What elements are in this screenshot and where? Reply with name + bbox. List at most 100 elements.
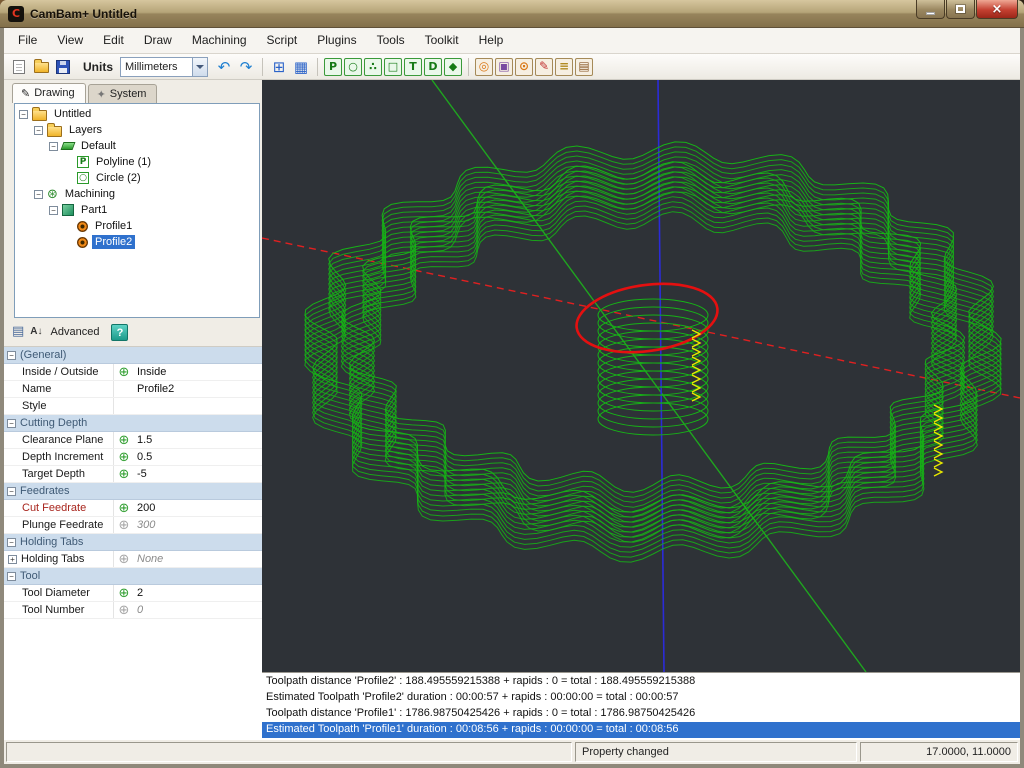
prop-value[interactable]: 0 <box>134 602 262 618</box>
tree-item-machining[interactable]: − ⊛ Machining <box>15 186 259 202</box>
menu-file[interactable]: File <box>8 28 47 53</box>
tree-item-label: Polyline (1) <box>96 156 152 168</box>
engrave-mop-button[interactable]: ✎ <box>535 57 553 76</box>
minimize-button[interactable] <box>916 0 945 19</box>
menu-plugins[interactable]: Plugins <box>307 28 366 53</box>
folder-icon <box>47 122 62 137</box>
new-file-button[interactable] <box>9 57 29 77</box>
draw-arc-button[interactable]: D <box>424 57 442 76</box>
draw-surface-button[interactable]: ◆ <box>444 57 462 76</box>
prop-category-feedrates[interactable]: − Feedrates <box>4 483 262 500</box>
tab-system[interactable]: ✦ System <box>87 84 158 103</box>
prop-source-icon: ⊕ <box>114 551 134 567</box>
grid-button[interactable]: ▦ <box>291 57 311 77</box>
prop-value[interactable]: 300 <box>134 517 262 533</box>
prop-row-style[interactable]: Style <box>4 398 262 415</box>
prop-row-holding-tabs[interactable]: + Holding Tabs ⊕ None <box>4 551 262 568</box>
prop-row-depth-increment[interactable]: Depth Increment ⊕ 0.5 <box>4 449 262 466</box>
prop-expander[interactable]: + <box>8 554 17 564</box>
draw-rect-button[interactable]: □ <box>384 57 402 76</box>
tree-expander[interactable]: − <box>34 189 43 199</box>
category-label: Cutting Depth <box>20 417 88 429</box>
snap-grid-button[interactable]: ⊞ <box>269 57 289 77</box>
pocket-mop-button[interactable]: ▣ <box>495 57 513 76</box>
prop-row-cut-feedrate[interactable]: Cut Feedrate ⊕ 200 <box>4 500 262 517</box>
lathe-mop-button[interactable]: ≡ <box>555 57 573 76</box>
sort-alphabetical-icon[interactable]: A↓ <box>30 326 42 338</box>
prop-row-tool-number[interactable]: Tool Number ⊕ 0 <box>4 602 262 619</box>
category-expander[interactable]: − <box>7 571 16 581</box>
tree-item-part1[interactable]: − Part1 <box>15 202 259 218</box>
tree-item-polyline-1[interactable]: P Polyline (1) <box>15 154 259 170</box>
draw-polyline-button[interactable]: P <box>324 57 342 76</box>
menu-help[interactable]: Help <box>469 28 514 53</box>
tree-expander[interactable]: − <box>49 205 58 215</box>
prop-value[interactable]: -5 <box>134 466 262 482</box>
draw-point-button[interactable]: ∴ <box>364 57 382 76</box>
draw-text-button[interactable]: T <box>404 57 422 76</box>
tree-expander[interactable]: − <box>19 109 28 119</box>
prop-value[interactable]: Inside <box>134 364 262 380</box>
menu-view[interactable]: View <box>47 28 93 53</box>
redo-button[interactable]: ↷ <box>236 57 256 77</box>
tab-drawing[interactable]: ✎ Drawing <box>12 83 86 103</box>
prop-category-general[interactable]: − (General) <box>4 347 262 364</box>
prop-row-plunge-feedrate[interactable]: Plunge Feedrate ⊕ 300 <box>4 517 262 534</box>
menu-machining[interactable]: Machining <box>182 28 257 53</box>
part-icon <box>62 204 74 216</box>
log-line-0[interactable]: Toolpath distance 'Profile2' : 188.49555… <box>262 674 1020 690</box>
gcode-button[interactable]: ▤ <box>575 57 593 76</box>
prop-value[interactable]: Profile2 <box>134 381 262 397</box>
prop-row-tool-diameter[interactable]: Tool Diameter ⊕ 2 <box>4 585 262 602</box>
maximize-button[interactable] <box>946 0 975 19</box>
prop-value[interactable] <box>134 398 262 414</box>
menu-draw[interactable]: Draw <box>134 28 182 53</box>
prop-category-tool[interactable]: − Tool <box>4 568 262 585</box>
chevron-down-icon[interactable] <box>192 57 207 76</box>
prop-value[interactable]: 2 <box>134 585 262 601</box>
tree-item-profile2[interactable]: Profile2 <box>15 234 259 250</box>
prop-category-cutting-depth[interactable]: − Cutting Depth <box>4 415 262 432</box>
log-line-3[interactable]: Estimated Toolpath 'Profile1' duration :… <box>262 722 1020 738</box>
prop-row-name[interactable]: Name Profile2 <box>4 381 262 398</box>
category-expander[interactable]: − <box>7 486 16 496</box>
draw-circle-button[interactable]: ○ <box>344 57 362 76</box>
undo-button[interactable]: ↶ <box>214 57 234 77</box>
viewport-3d[interactable] <box>262 80 1020 672</box>
prop-value[interactable]: None <box>134 551 262 567</box>
menu-script[interactable]: Script <box>257 28 308 53</box>
menu-edit[interactable]: Edit <box>93 28 134 53</box>
prop-category-holding-tabs[interactable]: − Holding Tabs <box>4 534 262 551</box>
category-expander[interactable]: − <box>7 418 16 428</box>
save-file-button[interactable] <box>53 57 73 77</box>
tree-expander[interactable]: − <box>34 125 43 135</box>
tree-item-default[interactable]: − Default <box>15 138 259 154</box>
tree-item-untitled[interactable]: − Untitled <box>15 106 259 122</box>
advanced-toggle[interactable]: Advanced <box>51 326 100 338</box>
menu-tools[interactable]: Tools <box>367 28 415 53</box>
prop-row-target-depth[interactable]: Target Depth ⊕ -5 <box>4 466 262 483</box>
close-button[interactable]: × <box>976 0 1018 19</box>
tree-item-circle-2[interactable]: ○ Circle (2) <box>15 170 259 186</box>
tree-expander[interactable]: − <box>49 141 58 151</box>
help-button[interactable]: ? <box>111 323 129 341</box>
tree-item-profile1[interactable]: Profile1 <box>15 218 259 234</box>
category-expander[interactable]: − <box>7 537 16 547</box>
title-bar[interactable]: C CamBam+ Untitled × <box>0 0 1024 28</box>
prop-row-inside-outside[interactable]: Inside / Outside ⊕ Inside <box>4 364 262 381</box>
categorized-view-icon[interactable]: ▤ <box>12 325 24 339</box>
drill-mop-button[interactable]: ⊙ <box>515 57 533 76</box>
log-line-1[interactable]: Estimated Toolpath 'Profile2' duration :… <box>262 690 1020 706</box>
log-line-2[interactable]: Toolpath distance 'Profile1' : 1786.9875… <box>262 706 1020 722</box>
tree-item-layers[interactable]: − Layers <box>15 122 259 138</box>
prop-value[interactable]: 1.5 <box>134 432 262 448</box>
menu-toolkit[interactable]: Toolkit <box>415 28 469 53</box>
prop-value[interactable]: 0.5 <box>134 449 262 465</box>
units-combo[interactable]: Millimeters <box>120 56 208 77</box>
prop-row-clearance-plane[interactable]: Clearance Plane ⊕ 1.5 <box>4 432 262 449</box>
prop-value[interactable]: 200 <box>134 500 262 516</box>
open-file-button[interactable] <box>31 57 51 77</box>
panel-tabs: ✎ Drawing ✦ System <box>4 80 262 103</box>
profile-mop-button[interactable]: ◎ <box>475 57 493 76</box>
category-expander[interactable]: − <box>7 350 16 360</box>
